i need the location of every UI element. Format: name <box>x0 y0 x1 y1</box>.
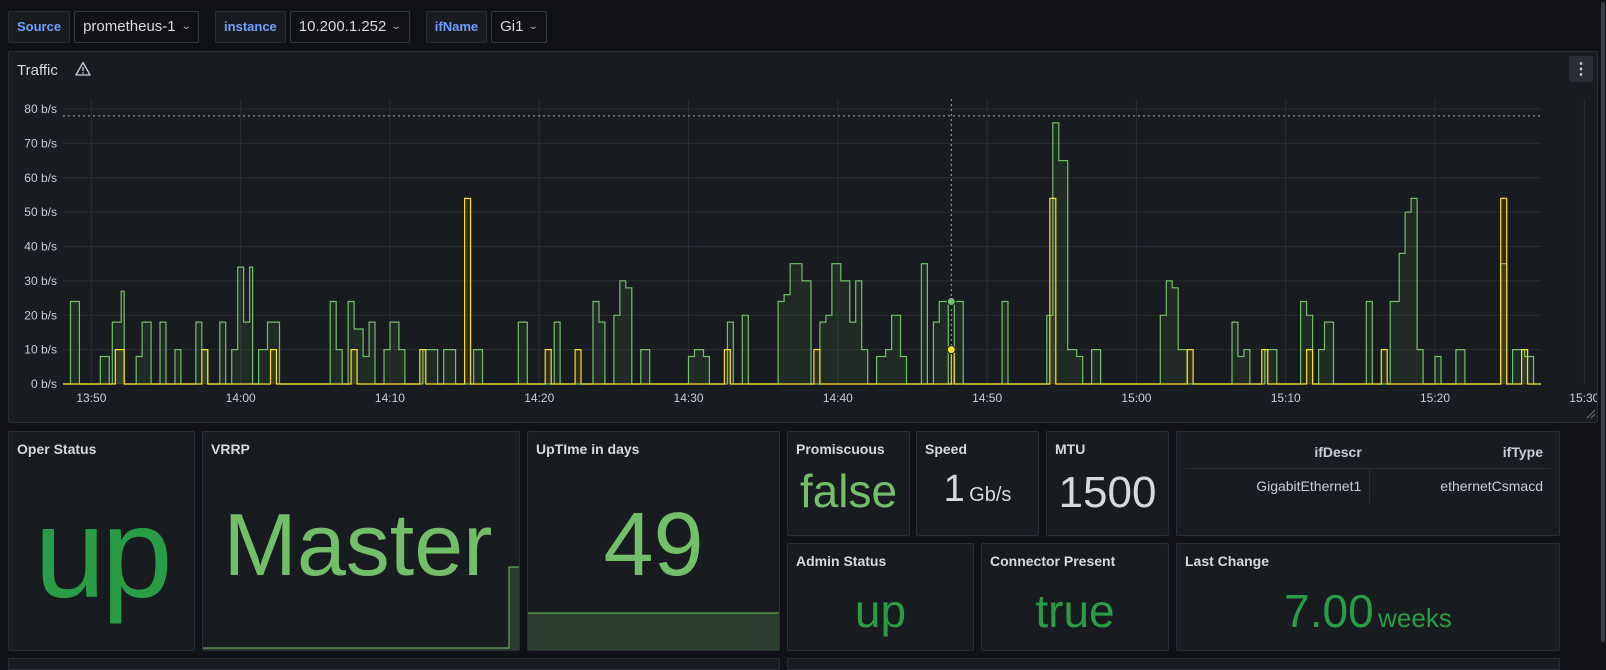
y-tick-label: 80 b/s <box>24 102 57 116</box>
connector-present-panel: Connector Present true <box>981 543 1169 651</box>
y-tick-label: 10 b/s <box>24 343 57 357</box>
panel-title: Admin Status <box>796 553 887 569</box>
y-tick-label: 20 b/s <box>24 308 57 322</box>
table-header-row: ifDescr ifType <box>1185 436 1551 469</box>
x-tick-label: 15:20 <box>1420 391 1450 405</box>
last-change-value: 7.00 <box>1284 585 1374 637</box>
interface-table-panel: ifDescr ifType GigabitEthernet1 ethernet… <box>1176 431 1560 536</box>
next-panel-edge <box>8 658 780 670</box>
y-tick-label: 50 b/s <box>24 205 57 219</box>
series-area-0 <box>63 122 1541 385</box>
x-tick-label: 15:00 <box>1121 391 1151 405</box>
x-tick-label: 14:50 <box>972 391 1002 405</box>
variable-value-ifname: Gi1 <box>500 18 524 35</box>
next-panel-edge <box>787 658 1560 670</box>
x-tick-label: 14:30 <box>674 391 704 405</box>
resize-handle-icon <box>1586 409 1596 419</box>
speed-unit: Gb/s <box>969 484 1012 506</box>
variable-select-source[interactable]: prometheus-1 ⌄ <box>74 11 200 43</box>
mtu-value: 1500 <box>1058 468 1157 517</box>
chevron-down-icon: ⌄ <box>528 21 540 32</box>
promiscuous-value: false <box>799 465 898 517</box>
y-tick-label: 60 b/s <box>24 171 57 185</box>
hover-point-in <box>946 297 956 306</box>
variables-bar: Source prometheus-1 ⌄ instance 10.200.1.… <box>8 11 547 43</box>
panel-title: Oper Status <box>17 441 97 457</box>
hover-point-out <box>946 345 956 355</box>
mtu-panel: MTU 1500 <box>1046 431 1169 536</box>
x-tick-label: 15:10 <box>1271 391 1301 405</box>
variable-label-instance: instance <box>215 11 286 43</box>
variable-select-instance[interactable]: 10.200.1.252 ⌄ <box>289 11 410 43</box>
uptime-sparkline <box>528 612 779 650</box>
oper-status-panel: Oper Status up <box>8 431 195 651</box>
connector-present-value: true <box>1035 585 1115 637</box>
panel-title: Speed <box>925 441 968 457</box>
x-tick-label: 14:10 <box>375 391 405 405</box>
x-tick-label: 13:50 <box>76 391 106 405</box>
variable-select-ifname[interactable]: Gi1 ⌄ <box>491 11 547 43</box>
panel-title: Promiscuous <box>796 441 885 457</box>
last-change-panel: Last Change 7.00 weeks <box>1176 543 1560 651</box>
admin-status-value: up <box>854 585 907 637</box>
interface-table: ifDescr ifType GigabitEthernet1 ethernet… <box>1185 436 1551 503</box>
oper-status-value: up <box>34 482 172 625</box>
variable-label-ifname: ifName <box>425 11 488 43</box>
y-tick-label: 40 b/s <box>24 240 57 254</box>
panel-title: Connector Present <box>990 553 1116 569</box>
table-row: GigabitEthernet1 ethernetCsmacd <box>1185 468 1551 503</box>
variable-value-source: prometheus-1 <box>83 18 176 35</box>
speed-value: 1 <box>943 468 965 510</box>
uptime-panel: UpTIme in days 49 <box>527 431 780 651</box>
y-tick-label: 0 b/s <box>31 377 57 391</box>
y-tick-label: 70 b/s <box>24 136 57 150</box>
variable-label-source: Source <box>8 11 71 43</box>
scrollbar-thumb[interactable] <box>1601 2 1605 642</box>
table-cell-ifdescr: GigabitEthernet1 <box>1185 468 1371 503</box>
traffic-panel: Traffic ⋮ 0 b/s 10 b/s 20 b/s 30 b/s 40 b/s 5… <box>8 51 1598 423</box>
last-change-stat: 7.00 weeks <box>1177 584 1559 638</box>
panel-title: MTU <box>1055 441 1086 457</box>
table-cell-iftype: ethernetCsmacd <box>1440 478 1543 494</box>
last-change-unit: weeks <box>1378 603 1452 633</box>
chevron-down-icon: ⌄ <box>391 21 403 32</box>
panel-title: Last Change <box>1185 553 1270 569</box>
speed-panel: Speed 1 Gb/s <box>916 431 1039 536</box>
variable-value-instance: 10.200.1.252 <box>298 18 387 35</box>
x-tick-label: 15:30 <box>1569 391 1597 405</box>
vrrp-sparkline <box>203 566 519 650</box>
traffic-chart[interactable]: 0 b/s 10 b/s 20 b/s 30 b/s 40 b/s 50 b/s 60 b/… <box>9 52 1597 422</box>
promiscuous-panel: Promiscuous false <box>787 431 910 536</box>
speed-stat: 1 Gb/s <box>917 468 1038 511</box>
column-header-iftype[interactable]: ifType <box>1369 436 1551 469</box>
chevron-down-icon: ⌄ <box>180 21 192 32</box>
y-tick-label: 30 b/s <box>24 274 57 288</box>
x-tick-label: 14:00 <box>226 391 256 405</box>
page-scrollbar[interactable] <box>1600 0 1606 663</box>
vrrp-panel: VRRP Master <box>202 431 520 651</box>
column-header-ifdescr[interactable]: ifDescr <box>1185 436 1370 469</box>
admin-status-panel: Admin Status up <box>787 543 974 651</box>
x-tick-label: 14:40 <box>823 391 853 405</box>
x-tick-label: 14:20 <box>524 391 554 405</box>
